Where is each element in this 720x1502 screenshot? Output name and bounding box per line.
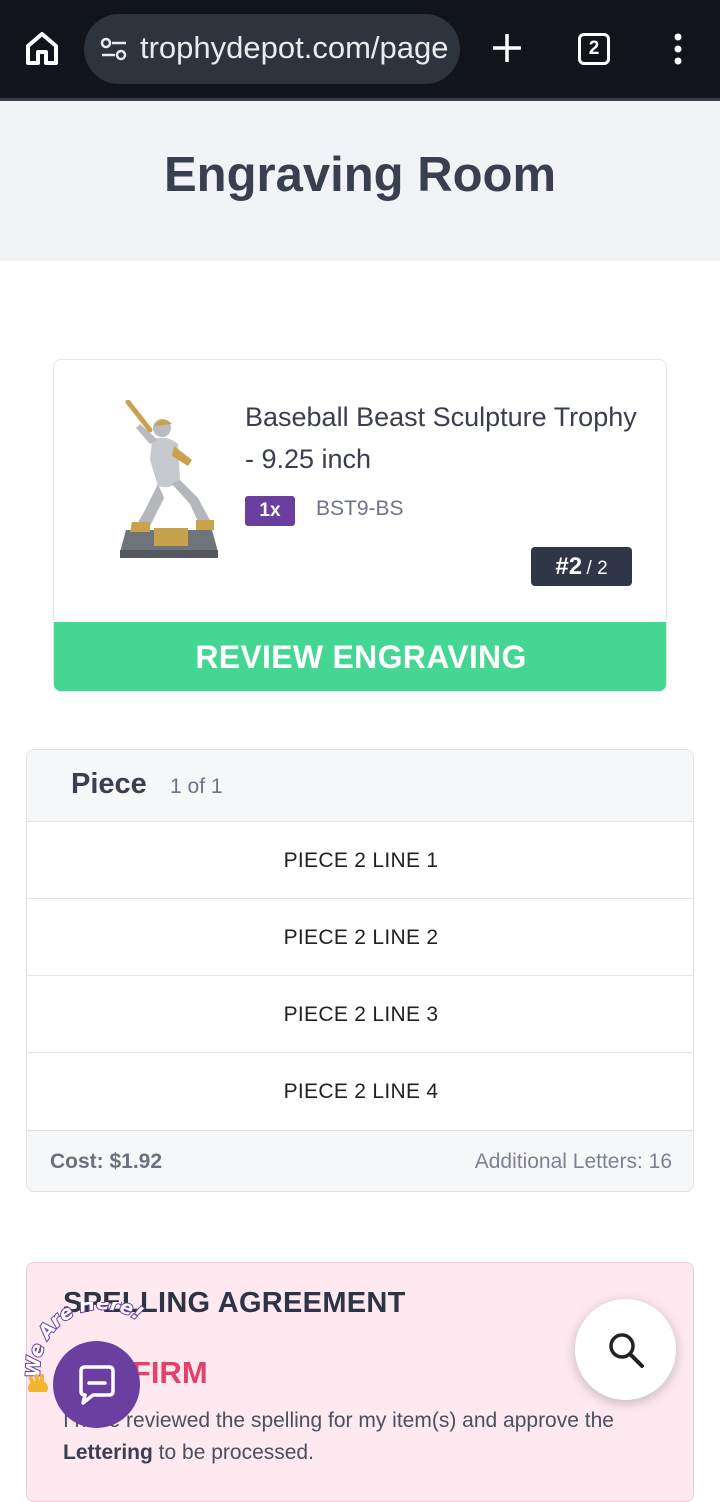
page-header: Engraving Room xyxy=(0,101,720,261)
engraving-line[interactable]: PIECE 2 LINE 2 xyxy=(27,899,693,976)
item-index-badge: #2 / 2 xyxy=(531,547,632,586)
tab-count: 2 xyxy=(588,38,600,59)
chat-bubble-icon xyxy=(79,1365,115,1405)
piece-footer: Cost: $1.92 Additional Letters: 16 xyxy=(27,1130,693,1191)
trophy-image xyxy=(120,400,218,558)
review-engraving-button[interactable]: REVIEW ENGRAVING xyxy=(54,622,666,691)
spelling-agreement-text: I have reviewed the spelling for my item… xyxy=(63,1405,673,1469)
browser-toolbar: trophydepot.com/page 2 xyxy=(0,0,720,98)
engraving-cost: Cost: $1.92 xyxy=(50,1150,163,1173)
chat-button[interactable] xyxy=(53,1341,140,1428)
engraving-line[interactable]: PIECE 2 LINE 4 xyxy=(27,1053,693,1130)
product-sku: BST9-BS xyxy=(316,497,404,520)
additional-letters: Additional Letters: 16 xyxy=(474,1150,672,1173)
item-index-total: / 2 xyxy=(586,558,608,579)
site-settings-icon[interactable] xyxy=(100,37,128,61)
product-card: Baseball Beast Sculpture Trophy - 9.25 i… xyxy=(53,359,667,692)
quantity-badge: 1x xyxy=(245,496,295,526)
piece-card: Piece 1 of 1 PIECE 2 LINE 1 PIECE 2 LINE… xyxy=(26,749,694,1192)
engraving-line[interactable]: PIECE 2 LINE 3 xyxy=(27,976,693,1053)
product-name[interactable]: Baseball Beast Sculpture Trophy - 9.25 i… xyxy=(245,396,645,480)
piece-header: Piece 1 of 1 xyxy=(27,750,693,822)
overflow-menu-icon[interactable] xyxy=(672,32,684,66)
agreement-text-bold: Lettering xyxy=(63,1441,153,1464)
address-bar[interactable]: trophydepot.com/page xyxy=(84,14,460,84)
search-button[interactable] xyxy=(575,1299,676,1400)
tab-switcher-icon[interactable]: 2 xyxy=(578,33,610,65)
engraving-line[interactable]: PIECE 2 LINE 1 xyxy=(27,822,693,899)
item-index-current: #2 xyxy=(555,553,583,580)
search-icon xyxy=(609,1333,644,1368)
piece-title: Piece xyxy=(71,768,147,800)
home-icon[interactable] xyxy=(22,28,62,68)
agreement-text-end: to be processed. xyxy=(152,1441,314,1464)
new-tab-icon[interactable] xyxy=(490,31,524,65)
page-title: Engraving Room xyxy=(163,148,557,202)
agreement-text-start: I have reviewed the spelling for my item… xyxy=(63,1409,614,1432)
waving-hand-icon xyxy=(28,1374,48,1392)
url-text[interactable]: trophydepot.com/page xyxy=(140,30,449,66)
piece-count: 1 of 1 xyxy=(170,775,223,798)
